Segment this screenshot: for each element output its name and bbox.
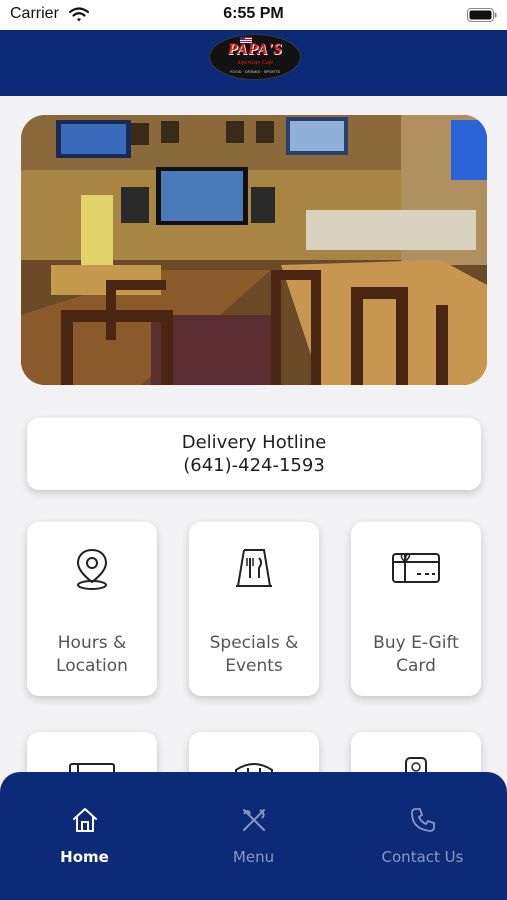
tile-label: Buy E-Gift Card <box>373 633 459 676</box>
status-time: 6:55 PM <box>223 5 284 22</box>
delivery-hotline-card[interactable]: Delivery Hotline (641)-424-1593 <box>27 418 481 490</box>
specials-sign-icon <box>236 549 272 587</box>
phone-icon <box>411 808 435 832</box>
hours-location-tile[interactable]: Hours & Location <box>27 522 157 696</box>
battery-icon <box>467 8 497 22</box>
logo-tagline: FOOD · DRINKS · SPORTS <box>229 69 281 74</box>
tile-label: Hours & Location <box>56 633 128 676</box>
status-bar: Carrier 6:55 PM <box>0 0 507 30</box>
tab-label: Contact Us <box>381 848 464 866</box>
tab-label: Home <box>60 848 109 866</box>
buy-egift-card-tile[interactable]: Buy E-Gift Card <box>351 522 481 696</box>
tab-label: Menu <box>232 848 275 866</box>
bottom-tab-bar: Home Menu Contact Us <box>0 772 507 900</box>
tab-contact-us[interactable]: Contact Us <box>338 772 507 900</box>
utensils-icon <box>243 809 265 831</box>
tile-label: Specials & Events <box>209 633 299 676</box>
hotline-label: Delivery Hotline <box>181 432 327 453</box>
tab-home[interactable]: Home <box>0 772 169 900</box>
logo-subtitle: American Cafe <box>236 60 274 66</box>
home-icon <box>73 808 97 832</box>
location-pin-icon <box>76 548 108 590</box>
specials-events-tile[interactable]: Specials & Events <box>189 522 319 696</box>
restaurant-hero-image <box>21 115 487 385</box>
restaurant-interior-photo <box>21 115 487 385</box>
tab-menu[interactable]: Menu <box>169 772 338 900</box>
app-header: PAPA'S American Cafe FOOD · DRINKS · SPO… <box>0 30 507 96</box>
logo-title: PAPA'S <box>227 41 283 58</box>
hotline-phone[interactable]: (641)-424-1593 <box>27 455 481 476</box>
papas-logo[interactable]: PAPA'S American Cafe FOOD · DRINKS · SPO… <box>209 34 301 80</box>
gift-card-icon <box>392 553 440 583</box>
